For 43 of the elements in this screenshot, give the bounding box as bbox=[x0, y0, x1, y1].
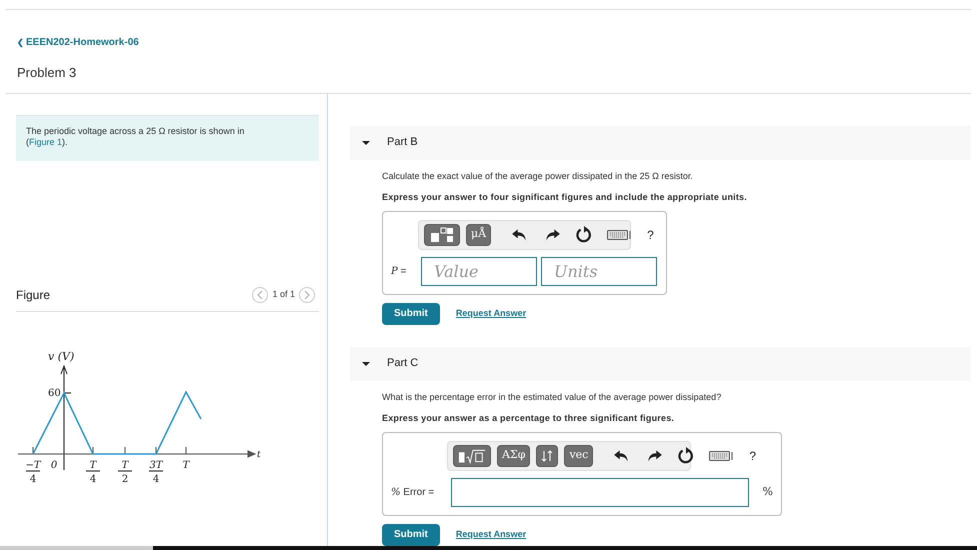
subscript-superscript-button[interactable] bbox=[536, 444, 558, 466]
symbols-button[interactable]: μÅ bbox=[466, 224, 492, 246]
question-text: Calculate the exact value of the average power dissipated in the 25 Ω resistor. bbox=[382, 170, 694, 183]
reset-icon[interactable] bbox=[677, 446, 696, 464]
help-button[interactable]: ? bbox=[647, 226, 654, 244]
instruction-text: Express your answer as a percentage to three significant figures. bbox=[382, 412, 676, 425]
figure-heading: Figure bbox=[16, 286, 50, 304]
units-field[interactable]: Units bbox=[541, 256, 657, 286]
symbols-button[interactable]: vec bbox=[564, 444, 594, 466]
chevron-left-icon: ❮ bbox=[17, 36, 24, 48]
keyboard-icon[interactable] bbox=[607, 228, 634, 240]
request-answer-link[interactable]: Request Answer bbox=[456, 306, 526, 320]
intro-text: The periodic voltage across a 25 Ω resistor is shown in (Figure 1). bbox=[26, 126, 246, 148]
templates-icon bbox=[429, 226, 455, 242]
problem-title: Problem 3 bbox=[17, 64, 78, 82]
root-icon bbox=[458, 448, 486, 464]
help-button[interactable]: ? bbox=[749, 446, 756, 464]
voltage-waveform-drawing: v (V) t 60 −T 4 0 T 4 T 2 3T 4 T bbox=[18, 350, 268, 484]
answer-field[interactable] bbox=[450, 478, 749, 506]
variable-label: P = bbox=[391, 264, 408, 278]
variable-label: % Error = bbox=[391, 486, 436, 500]
part-title: Part B bbox=[387, 135, 418, 150]
figure-link[interactable]: Figure 1 bbox=[29, 136, 62, 146]
part-header[interactable]: Part B bbox=[350, 126, 971, 160]
templates-button[interactable] bbox=[453, 444, 491, 466]
submit-button[interactable]: Submit bbox=[382, 524, 440, 546]
instruction-text: Express your answer to four significant figures and include the appropriate units. bbox=[382, 191, 748, 204]
part-title: Part C bbox=[387, 356, 418, 372]
question-text: What is the percentage error in the estimated value of the average power dissipated? bbox=[382, 390, 722, 404]
reset-icon[interactable] bbox=[575, 226, 594, 244]
symbols-button[interactable]: ΑΣφ bbox=[497, 444, 530, 466]
chevron-right-icon bbox=[304, 290, 310, 298]
part-header[interactable]: Part C bbox=[350, 346, 971, 380]
templates-button[interactable] bbox=[424, 224, 460, 246]
value-field[interactable]: Value bbox=[421, 256, 537, 286]
unit-label: % bbox=[762, 484, 773, 500]
keyboard-icon[interactable] bbox=[709, 450, 736, 462]
chevron-left-icon bbox=[257, 290, 264, 298]
request-answer-link[interactable]: Request Answer bbox=[456, 528, 526, 542]
back-link[interactable]: ❮ EEEN202-Homework-06 bbox=[17, 35, 139, 50]
up-down-arrows-icon bbox=[541, 450, 554, 462]
submit-button[interactable]: Submit bbox=[382, 302, 440, 324]
figure-pager: 1 of 1 bbox=[272, 288, 295, 301]
